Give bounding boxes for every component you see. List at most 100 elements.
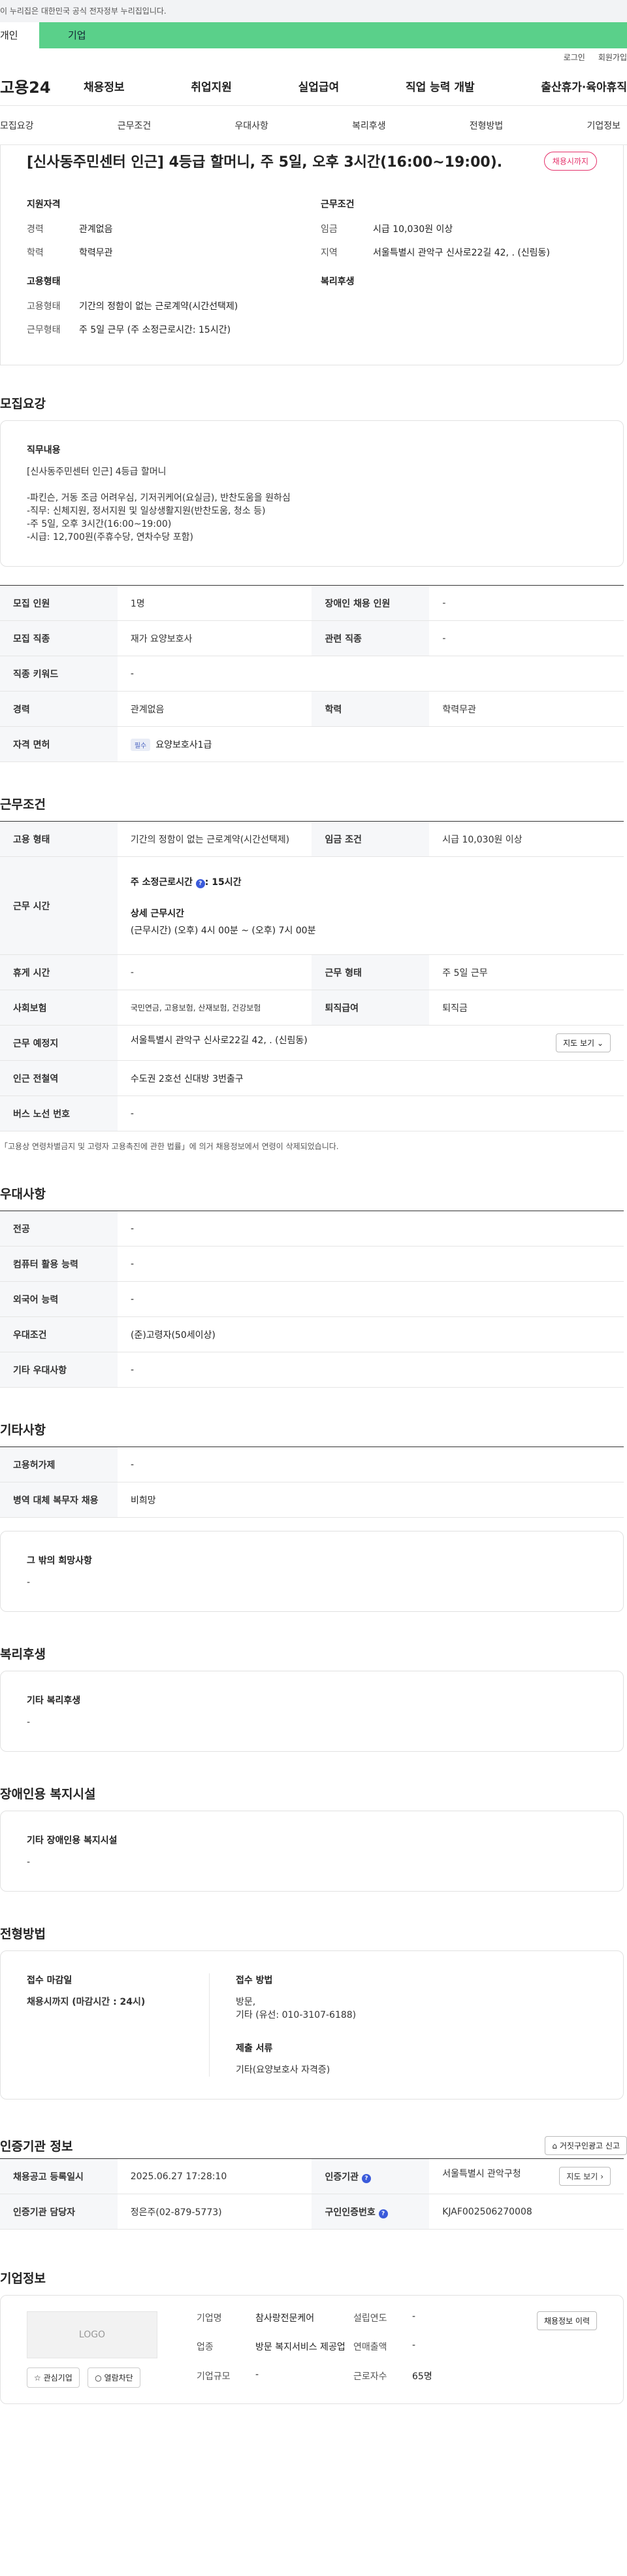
map-button[interactable]: 지도 보기 ⌄ (556, 1033, 611, 1052)
company-box: LOGO ☆ 관심기업 ○ 열람차단 기업명 참사랑전문케어 설립연도 - 업종 방문… (0, 2295, 624, 2404)
table-key: 우대조건 (0, 1316, 118, 1352)
login-link[interactable]: 로그인 (564, 48, 585, 67)
subnav-recruit[interactable]: 모집요강 (0, 119, 34, 132)
table-value: - (118, 1281, 624, 1317)
table-value: 주 5일 근무 (429, 954, 624, 990)
required-tag: 필수 (130, 738, 151, 751)
cert-map-button[interactable]: 지도 보기 › (559, 2167, 611, 2186)
table-value: - (429, 620, 624, 656)
nav-parental-leave[interactable]: 출산휴가·육아휴직 (541, 78, 627, 94)
info-icon[interactable]: ? (361, 2173, 371, 2183)
table-row: 인증기관 담당자 정은주(02-879-5773) 구인인증번호 ? KJAF00… (0, 2194, 624, 2230)
qualification-heading: 지원자격 (27, 199, 61, 210)
detail-hours-heading: 상세 근무시간 (130, 908, 184, 919)
table-value: 학력무관 (429, 691, 624, 727)
work-section-title: 근무조건 (0, 797, 46, 812)
table-value: 기간의 정함이 없는 근로계약(시간선택제) (117, 821, 312, 857)
table-value: 관계없음 (117, 691, 312, 727)
table-row: 자격 면허 필수 요양보호사1급 (0, 726, 624, 762)
table-row: 외국어 능력 - (0, 1281, 624, 1317)
wage-label: 임금 (321, 224, 338, 235)
work-address: 서울특별시 관악구 신사로22길 42, . (신림동) (130, 1035, 308, 1046)
deadline-heading: 접수 마감일 (27, 1975, 72, 1986)
welfare-box: 기타 복리후생 - (0, 1671, 624, 1752)
site-logo[interactable]: 고용24 (0, 75, 84, 97)
table-value: - (118, 1246, 624, 1282)
table-key: 관련 직종 (312, 620, 430, 656)
table-key: 근무 시간 (0, 856, 118, 955)
info-value: 참사랑전문케어 (255, 2313, 315, 2324)
cert-section-title: 인증기관 정보 (0, 2139, 73, 2154)
table-row: 컴퓨터 활용 능력 - (0, 1246, 624, 1282)
table-value: KJAF002506270008 (429, 2194, 624, 2230)
job-description-line: -시급: 12,700원(주휴수당, 연차수당 포함) (27, 532, 193, 543)
subnav-method[interactable]: 전형방법 (470, 119, 504, 132)
report-ad-label: 거짓구인광고 신고 (559, 2141, 620, 2150)
table-value: 재가 요양보호사 (117, 620, 312, 656)
subnav-prefer[interactable]: 우대사항 (234, 119, 268, 132)
table-value: 수도권 2호선 신대방 3번출구 (117, 1060, 624, 1096)
employment-type-label: 고용형태 (27, 301, 61, 312)
info-value: - (255, 2369, 259, 2380)
nav-job-support[interactable]: 취업지원 (191, 78, 232, 94)
subnav-welfare[interactable]: 복리후생 (352, 119, 386, 132)
table-key: 자격 면허 (0, 726, 118, 762)
table-row: 채용공고 등록일시 2025.06.27 17:28:10 인증기관 ? 서울특별… (0, 2158, 624, 2194)
conditions-heading: 근무조건 (321, 199, 355, 210)
history-button[interactable]: 채용정보 이력 (536, 2311, 597, 2330)
info-icon[interactable]: ? (195, 878, 205, 888)
job-summary-card: [신사동주민센터 인근] 4등급 할머니, 주 5일, 오후 3시간(16:00… (0, 145, 624, 365)
table-key: 인증기관 ? (312, 2158, 430, 2194)
job-description-line: -주 5일, 오후 3시간(16:00~19:00) (27, 519, 172, 529)
table-key: 외국어 능력 (0, 1281, 118, 1317)
table-key: 휴게 시간 (0, 954, 118, 990)
table-key: 전공 (0, 1211, 118, 1246)
recruit-section-title: 모집요강 (0, 397, 46, 411)
cert-map-label: 지도 보기 (566, 2172, 598, 2181)
table-key: 근무 형태 (312, 954, 430, 990)
subnav-company[interactable]: 기업정보 (587, 119, 620, 132)
block-view-button[interactable]: ○ 열람차단 (88, 2367, 140, 2388)
table-value: 서울특별시 관악구청 지도 보기 › (429, 2158, 624, 2194)
company-logo: LOGO (27, 2311, 157, 2358)
tab-company[interactable]: 기업 (39, 22, 627, 48)
nav-unemployment[interactable]: 실업급여 (298, 78, 340, 94)
subnav-work[interactable]: 근무조건 (118, 119, 152, 132)
table-key: 고용 형태 (0, 821, 118, 857)
table-key: 직종 키워드 (0, 656, 118, 692)
info-value: - (412, 2311, 416, 2322)
company-info: 기업명 참사랑전문케어 설립연도 - 업종 방문 복지서비스 제공업 연매출액 - 기업… (197, 2311, 510, 2388)
info-icon[interactable]: ? (378, 2209, 388, 2218)
table-row: 근무 시간 주 소정근로시간 ?: 15시간 상세 근무시간 (근무시간) (오… (0, 856, 624, 955)
table-value: (준)고령자(50세이상) (118, 1316, 624, 1352)
signup-link[interactable]: 회원가입 (598, 48, 627, 67)
other-wishes-value: - (27, 1577, 31, 1588)
table-value: - (118, 1211, 624, 1246)
cert-number-label: 구인인증번호 (325, 2207, 376, 2218)
table-key: 고용허가제 (0, 1447, 118, 1482)
nav-job-info[interactable]: 채용정보 (84, 78, 125, 94)
table-row: 병역 대체 복무자 채용 비희망 (0, 1482, 624, 1518)
report-ad-button[interactable]: ⌂ 거짓구인광고 신고 (545, 2135, 627, 2155)
info-value: 65명 (412, 2371, 432, 2382)
section-nav: 모집요강 근무조건 우대사항 복리후생 전형방법 기업정보 (0, 106, 627, 145)
education-label: 학력 (27, 248, 44, 258)
wage-value: 시급 10,030원 이상 (373, 224, 453, 235)
welfare-heading: 복리후생 (321, 276, 355, 287)
table-value: 필수 요양보호사1급 (117, 726, 624, 762)
favorite-company-button[interactable]: ☆ 관심기업 (27, 2367, 80, 2388)
chevron-down-icon: ⌄ (596, 1039, 603, 1048)
company-section-title: 기업정보 (0, 2271, 46, 2286)
tab-personal[interactable]: 개인 (0, 22, 39, 48)
user-type-tabs: 개인 기업 (0, 22, 627, 48)
table-value: 시급 10,030원 이상 (429, 821, 624, 857)
nav-training[interactable]: 직업 능력 개발 (406, 78, 475, 94)
deadline-value: 채용시까지 (마감시간 : 24시) (27, 1997, 146, 2007)
table-key: 구인인증번호 ? (312, 2194, 430, 2230)
job-description-heading: 직무내용 (27, 445, 61, 456)
prefer-section-title: 우대사항 (0, 1187, 46, 1201)
table-key: 버스 노선 번호 (0, 1096, 118, 1131)
table-row: 인근 전철역 수도권 2호선 신대방 3번출구 (0, 1060, 624, 1096)
career-label: 경력 (27, 224, 44, 235)
table-row: 직종 키워드 - (0, 656, 624, 692)
